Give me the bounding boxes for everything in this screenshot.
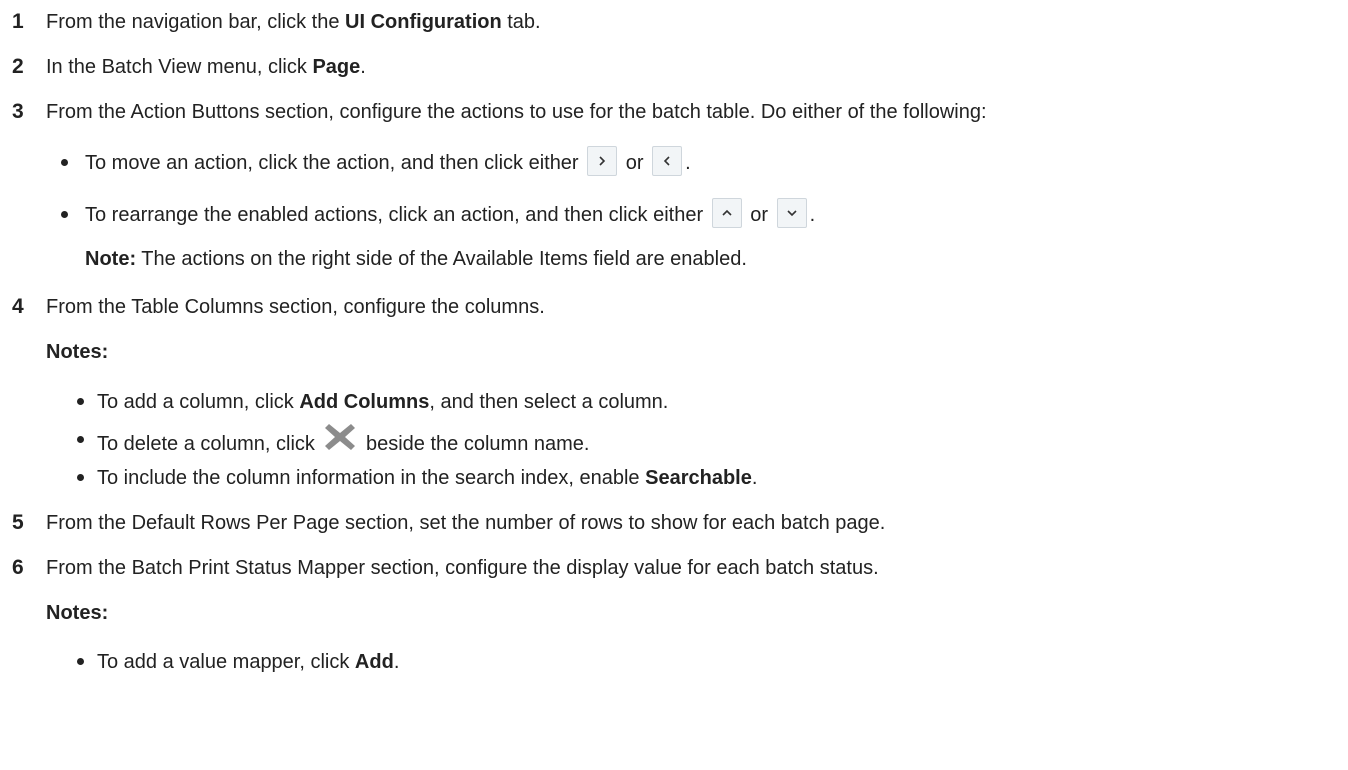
notes-label-text: Notes: bbox=[46, 602, 109, 624]
step-text: In the Batch View menu, click bbox=[46, 56, 313, 78]
add-column-bullet: To add a column, click Add Columns, and … bbox=[97, 387, 668, 417]
step-text: . bbox=[360, 56, 366, 78]
bullet bbox=[77, 658, 84, 665]
add-columns-label: Add Columns bbox=[299, 391, 430, 413]
bullet-text: . bbox=[685, 152, 691, 174]
move-action-bullet: To move an action, click the action, and… bbox=[85, 145, 691, 179]
bullet-text: or bbox=[620, 152, 650, 174]
bullet-text: beside the column name. bbox=[360, 432, 590, 455]
bullet-text: To include the column information in the… bbox=[97, 467, 646, 489]
add-mapper-bullet: To add a value mapper, click Add. bbox=[97, 647, 399, 677]
step-number: 1 bbox=[12, 10, 24, 33]
searchable-bullet: To include the column information in the… bbox=[97, 463, 757, 493]
page-label: Page bbox=[312, 56, 361, 78]
notes-label: Notes: bbox=[46, 337, 108, 367]
chevron-down-icon bbox=[776, 197, 807, 228]
bullet-text: To rearrange the enabled actions, click … bbox=[85, 204, 709, 226]
step-5-text: From the Default Rows Per Page section, … bbox=[46, 512, 886, 534]
add-label: Add bbox=[354, 651, 394, 673]
bullet-text: To add a column, click bbox=[97, 391, 300, 413]
step-3-text: From the Action Buttons section, configu… bbox=[46, 101, 987, 123]
bullet-text: . bbox=[393, 651, 400, 673]
step-text: tab. bbox=[501, 11, 541, 33]
delete-column-bullet: To delete a column, click beside the col… bbox=[97, 422, 590, 464]
step-number: 2 bbox=[12, 55, 24, 78]
step-4-text: From the Table Columns section, configur… bbox=[46, 296, 545, 318]
step-text: From the navigation bar, click the bbox=[46, 11, 346, 33]
bullet-text: or bbox=[744, 204, 774, 226]
step-number: 5 bbox=[12, 511, 24, 534]
x-delete-icon bbox=[323, 422, 357, 461]
note-text: The actions on the right side of the Ava… bbox=[136, 248, 747, 270]
notes-label: Notes: bbox=[46, 598, 108, 628]
bullet-text: To delete a column, click bbox=[97, 432, 321, 455]
bullet bbox=[61, 159, 68, 166]
note-label: Note: bbox=[85, 248, 137, 270]
step-2-text: In the Batch View menu, click Page. bbox=[46, 52, 366, 82]
searchable-label: Searchable bbox=[645, 467, 752, 489]
bullet bbox=[61, 211, 68, 218]
rearrange-action-bullet: To rearrange the enabled actions, click … bbox=[85, 197, 816, 231]
bullet-text: . bbox=[751, 467, 758, 489]
notes-label-text: Notes: bbox=[46, 341, 109, 363]
step-number: 6 bbox=[12, 556, 24, 579]
step-number: 3 bbox=[12, 100, 24, 123]
instructions: 1 From the navigation bar, click the UI … bbox=[0, 0, 1348, 770]
step-number: 4 bbox=[12, 295, 24, 318]
bullet-text: . bbox=[809, 204, 816, 226]
bullet-text: , and then select a column. bbox=[429, 391, 669, 413]
step-1-text: From the navigation bar, click the UI Co… bbox=[46, 7, 541, 37]
bullet-text: To move an action, click the action, and… bbox=[85, 152, 585, 174]
ui-configuration-label: UI Configuration bbox=[345, 11, 502, 33]
chevron-left-icon bbox=[652, 145, 683, 176]
step-3-note: Note: The actions on the right side of t… bbox=[85, 244, 747, 274]
bullet bbox=[77, 474, 84, 481]
chevron-right-icon bbox=[587, 145, 618, 176]
step-6-text: From the Batch Print Status Mapper secti… bbox=[46, 557, 879, 579]
bullet bbox=[77, 436, 84, 443]
bullet-text: To add a value mapper, click bbox=[97, 651, 355, 673]
chevron-up-icon bbox=[711, 197, 742, 228]
bullet bbox=[77, 398, 84, 405]
